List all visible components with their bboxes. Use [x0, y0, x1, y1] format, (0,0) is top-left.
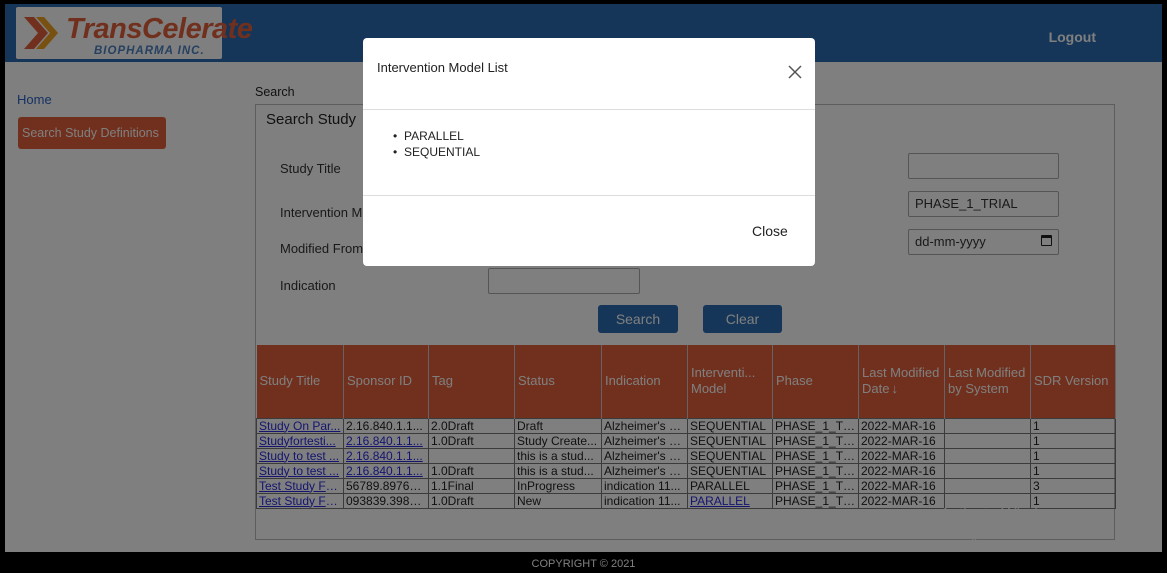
close-button[interactable]: Close [752, 223, 788, 239]
intervention-model-dialog: Intervention Model List PARALLEL SEQUENT… [363, 38, 815, 266]
close-icon[interactable] [787, 64, 803, 80]
list-item: PARALLEL [393, 128, 480, 144]
dialog-title: Intervention Model List [377, 60, 508, 75]
list-item: SEQUENTIAL [393, 144, 480, 160]
intervention-model-list: PARALLEL SEQUENTIAL [393, 128, 480, 160]
dialog-divider-bottom [363, 195, 815, 196]
dialog-divider-top [363, 109, 815, 110]
